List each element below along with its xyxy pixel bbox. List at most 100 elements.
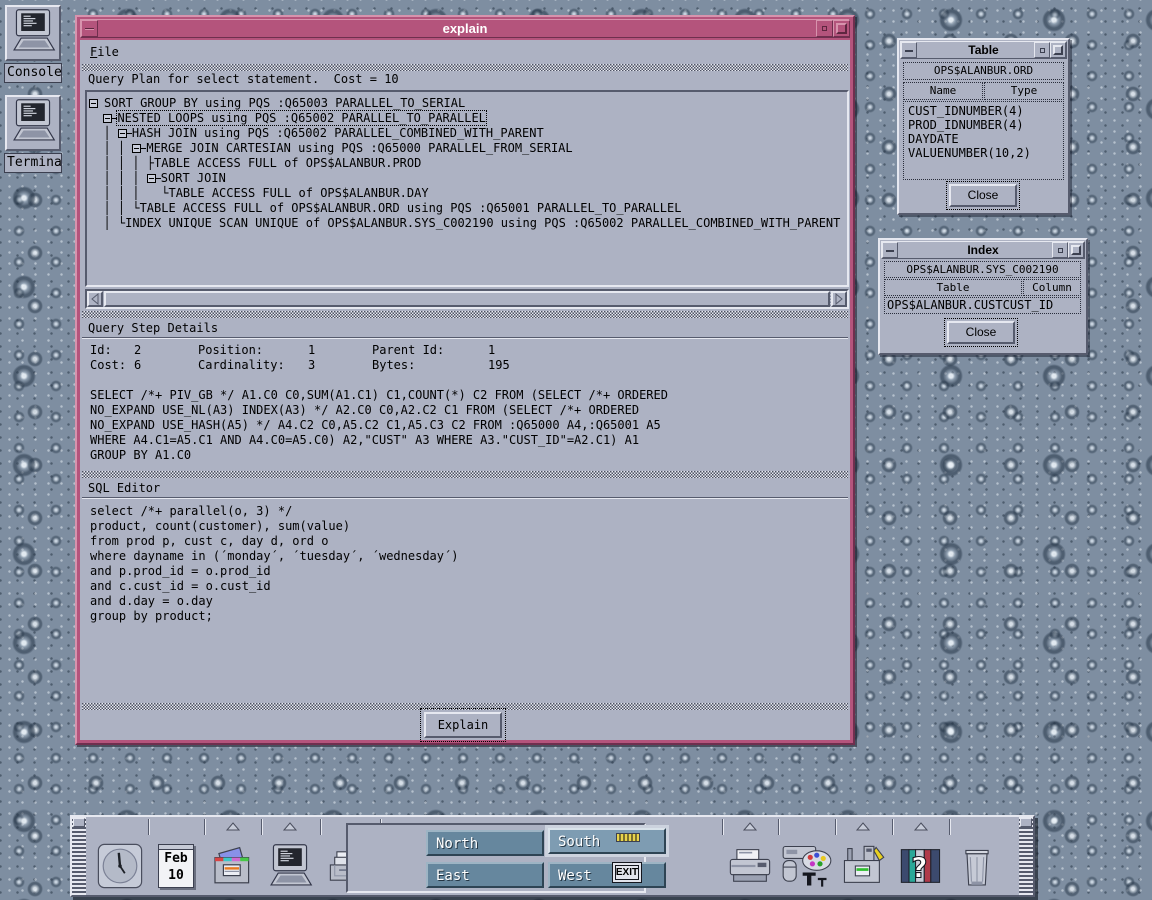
text-line[interactable]: group by product;: [90, 609, 458, 624]
cell: NUMBER(10,2): [944, 146, 1031, 160]
panel-slot-divider: [835, 819, 837, 835]
text-line: WHERE A4.C1=A5.C1 AND A4.C0=A5.C0) A2,"C…: [90, 433, 668, 448]
index-close-button[interactable]: Close: [947, 321, 1015, 344]
maximize-button[interactable]: [1068, 242, 1084, 258]
sql-editor-text[interactable]: select /*+ parallel(o, 3) */product, cou…: [90, 504, 458, 624]
plan-tree-row[interactable]: SORT GROUP BY using PQS :Q65003 PARALLEL…: [89, 96, 845, 111]
separator-sash[interactable]: [82, 471, 848, 478]
console-window-icon[interactable]: [5, 5, 61, 61]
file-manager-icon[interactable]: [205, 838, 261, 894]
plan-tree-row[interactable]: NESTED LOOPS using PQS :Q65002 PARALLEL_…: [89, 111, 845, 126]
tree-expand-box[interactable]: [118, 129, 127, 138]
table-row[interactable]: DAYDATE: [908, 132, 1063, 146]
calendar-icon[interactable]: Feb10: [148, 838, 204, 894]
workspace-button-north[interactable]: North: [426, 830, 544, 856]
minimize-button[interactable]: [1052, 242, 1068, 258]
calendar-icon-face: Feb10: [158, 844, 194, 888]
plan-tree-row[interactable]: │ HASH JOIN using PQS :Q65002 PARALLEL_C…: [89, 126, 845, 141]
index-col-header-table[interactable]: Table: [884, 279, 1022, 296]
panel-handle-right[interactable]: [1019, 817, 1033, 895]
table-row[interactable]: PROD_IDNUMBER(4): [908, 118, 1063, 132]
tree-node-label[interactable]: MERGE JOIN CARTESIAN using PQS :Q65000 P…: [146, 141, 572, 155]
explain-titlebar[interactable]: explain: [80, 19, 850, 38]
text-line[interactable]: and c.cust_id = o.cust_id: [90, 579, 458, 594]
table-row[interactable]: CUST_IDNUMBER(4): [908, 104, 1063, 118]
minimize-button[interactable]: [816, 20, 833, 37]
tree-expand-box[interactable]: [103, 114, 112, 123]
maximize-button[interactable]: [833, 20, 850, 37]
tree-node-label[interactable]: SORT JOIN: [161, 171, 226, 185]
plan-tree-row[interactable]: │ │ │ SORT JOIN: [89, 171, 845, 186]
applications-icon[interactable]: [835, 838, 891, 894]
text-line[interactable]: where dayname in (´monday´, ´tuesday´, ´…: [90, 549, 458, 564]
subpanel-arrow-icon[interactable]: [283, 820, 297, 829]
query-plan-tree[interactable]: SORT GROUP BY using PQS :Q65003 PARALLEL…: [85, 90, 849, 287]
tree-expand-box[interactable]: [147, 174, 156, 183]
panel-handle-button[interactable]: [73, 818, 85, 827]
scrollbar-thumb[interactable]: [104, 291, 830, 307]
subpanel-arrow-icon[interactable]: [226, 820, 240, 829]
text-line[interactable]: and d.day = o.day: [90, 594, 458, 609]
terminal-window-icon[interactable]: [5, 95, 61, 151]
tree-expand-box[interactable]: [89, 99, 98, 108]
query-step-fields: Id:2Position:1Parent Id:1Cost:6Cardinali…: [90, 343, 510, 373]
subpanel-arrow-icon[interactable]: [914, 820, 928, 829]
panel-handle-left[interactable]: [72, 817, 86, 895]
window-menu-button[interactable]: [901, 42, 917, 58]
table-col-header-type[interactable]: Type: [984, 82, 1064, 100]
subpanel-arrow-icon[interactable]: [743, 820, 757, 829]
tree-node-label[interactable]: TABLE ACCESS FULL of OPS$ALANBUR.PROD: [154, 156, 421, 170]
minimize-button[interactable]: [1034, 42, 1050, 58]
detail-field-value: 195: [488, 358, 510, 373]
terminal-icon-label[interactable]: Terminal: [4, 153, 62, 173]
table-row[interactable]: OPS$ALANBUR.CUSTCUST_ID: [887, 298, 1080, 312]
tree-expand-box[interactable]: [132, 144, 141, 153]
exit-button[interactable]: EXIT: [612, 862, 642, 883]
text-line[interactable]: product, count(customer), sum(value): [90, 519, 458, 534]
explain-button[interactable]: Explain: [424, 712, 502, 738]
cell: NUMBER(4): [959, 118, 1024, 132]
workspace-button-west[interactable]: West: [548, 862, 666, 888]
cell: CUST_ID: [1003, 298, 1054, 312]
plan-tree-row[interactable]: │ │ MERGE JOIN CARTESIAN using PQS :Q650…: [89, 141, 845, 156]
console-icon-label[interactable]: Console: [4, 63, 62, 83]
plan-tree-row[interactable]: │ │ └TABLE ACCESS FULL of OPS$ALANBUR.OR…: [89, 201, 845, 216]
scroll-right-arrow[interactable]: [831, 291, 847, 307]
panel-slot-divider: [261, 819, 263, 835]
tree-node-label[interactable]: NESTED LOOPS using PQS :Q65002 PARALLEL_…: [117, 111, 485, 125]
text-line[interactable]: select /*+ parallel(o, 3) */: [90, 504, 458, 519]
subpanel-arrow-icon[interactable]: [856, 820, 870, 829]
plan-tree-row[interactable]: │ │ │ ├TABLE ACCESS FULL of OPS$ALANBUR.…: [89, 156, 845, 171]
window-menu-button[interactable]: [81, 20, 98, 37]
terminal-icon[interactable]: [262, 838, 318, 894]
table-row[interactable]: VALUENUMBER(10,2): [908, 146, 1063, 160]
workspace-button-south[interactable]: South: [548, 828, 666, 854]
table-col-header-name[interactable]: Name: [903, 82, 983, 100]
tree-node-label[interactable]: HASH JOIN using PQS :Q65002 PARALLEL_COM…: [132, 126, 544, 140]
plan-tree-row[interactable]: │ │ │ └TABLE ACCESS FULL of OPS$ALANBUR.…: [89, 186, 845, 201]
scroll-left-arrow[interactable]: [87, 291, 103, 307]
table-close-button[interactable]: Close: [949, 184, 1017, 207]
detail-field-label: Id:: [90, 343, 134, 358]
tree-node-label[interactable]: TABLE ACCESS FULL of OPS$ALANBUR.DAY: [168, 186, 428, 200]
printer-icon[interactable]: [722, 838, 778, 894]
trash-icon[interactable]: [949, 838, 1005, 894]
tree-node-label[interactable]: TABLE ACCESS FULL of OPS$ALANBUR.ORD usi…: [140, 201, 682, 215]
terminal-icon: [7, 44, 59, 58]
plan-tree-row[interactable]: │ └INDEX UNIQUE SCAN UNIQUE of OPS$ALANB…: [89, 216, 845, 231]
window-menu-button[interactable]: [882, 242, 898, 258]
text-line[interactable]: from prod p, cust c, day d, ord o: [90, 534, 458, 549]
panel-handle-button[interactable]: [1020, 818, 1032, 827]
tree-node-label[interactable]: INDEX UNIQUE SCAN UNIQUE of OPS$ALANBUR.…: [125, 216, 840, 230]
panel-slot-divider: [722, 819, 724, 835]
maximize-button[interactable]: [1050, 42, 1066, 58]
style-manager-icon[interactable]: [779, 838, 835, 894]
help-icon[interactable]: ?: [893, 838, 949, 894]
separator-sash[interactable]: [82, 311, 848, 318]
menu-item-file[interactable]: File: [82, 42, 127, 63]
workspace-button-east[interactable]: East: [426, 862, 544, 888]
tree-node-label[interactable]: SORT GROUP BY using PQS :Q65003 PARALLEL…: [104, 96, 465, 110]
text-line[interactable]: and p.prod_id = o.prod_id: [90, 564, 458, 579]
clock-icon[interactable]: [92, 838, 148, 894]
index-col-header-column[interactable]: Column: [1023, 279, 1081, 296]
